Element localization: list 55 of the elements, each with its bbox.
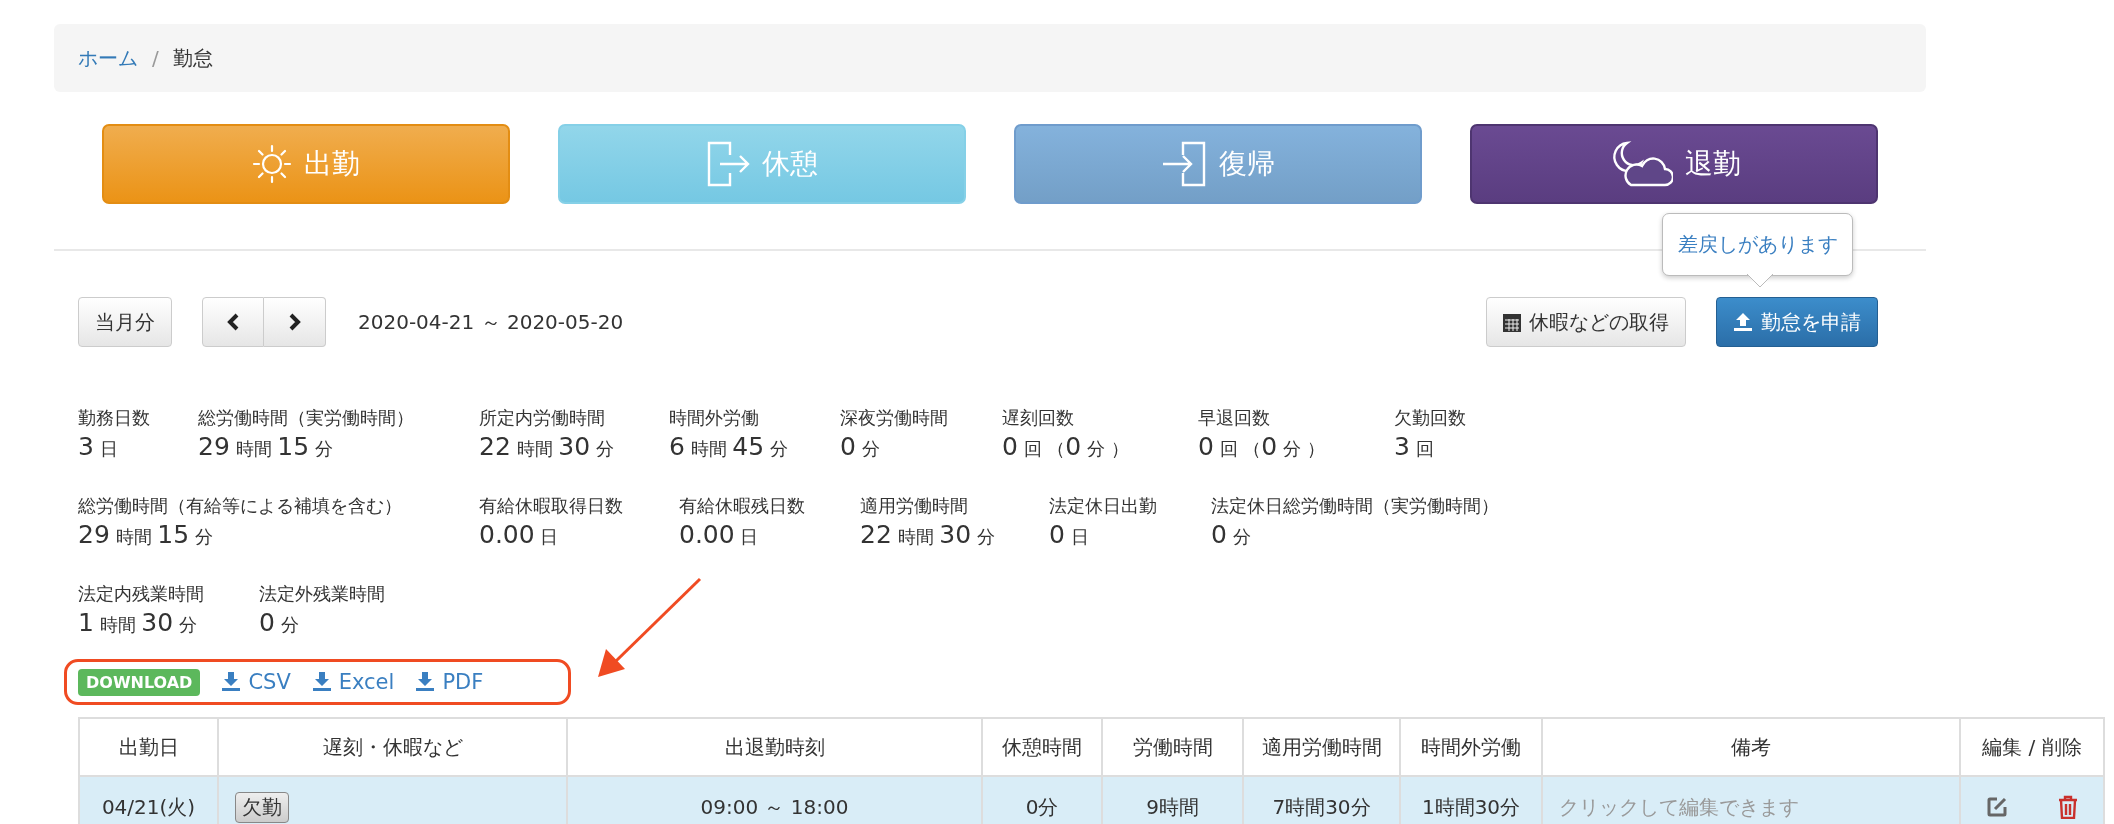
- punch-button[interactable]: 出勤: [102, 124, 510, 204]
- summary-label: 欠勤回数: [1394, 406, 1467, 430]
- upload-icon: [1733, 312, 1753, 332]
- summary-value: 29 時間 15 分: [78, 519, 214, 551]
- summary-label: 総労働時間（有給等による補填を含む）: [78, 494, 403, 518]
- next-button[interactable]: [264, 297, 326, 347]
- leave-request-button[interactable]: 休暇などの取得: [1486, 297, 1686, 347]
- previous-button[interactable]: [202, 297, 264, 347]
- summary-value: 6 時間 45 分: [669, 431, 789, 463]
- summary-label: 早退回数: [1198, 406, 1271, 430]
- summary-value: 0 分: [259, 607, 300, 639]
- punch-button[interactable]: 復帰: [1014, 124, 1422, 204]
- summary-label: 法定休日総労働時間（実労働時間）: [1211, 494, 1500, 518]
- summary-value: 0.00 日: [479, 519, 560, 551]
- current-month-button[interactable]: 当月分: [78, 297, 172, 347]
- chevron-right-icon: [287, 313, 302, 331]
- summary-value: 0.00 日: [679, 519, 760, 551]
- tooltip-pointer: [1747, 274, 1773, 288]
- summary-label: 勤務日数: [78, 406, 151, 430]
- summary-value: 29 時間 15 分: [198, 431, 334, 463]
- summary-label: 所定内労働時間: [479, 406, 606, 430]
- summary-value: 3 日: [78, 431, 119, 463]
- summary-value: 1 時間 30 分: [78, 607, 198, 639]
- breadcrumb-link[interactable]: ホーム: [78, 44, 138, 72]
- summary-label: 遅刻回数: [1002, 406, 1075, 430]
- summary-label: 有給休暇取得日数: [479, 494, 624, 518]
- summary-label: 法定内残業時間: [78, 582, 205, 606]
- sun-icon: [252, 144, 292, 184]
- summary-label: 総労働時間（実労働時間）: [198, 406, 415, 430]
- summary-value: 0 日: [1049, 519, 1090, 551]
- summary-value: 22 時間 30 分: [860, 519, 996, 551]
- summary-label: 法定外残業時間: [259, 582, 386, 606]
- breadcrumb-current: 勤怠: [172, 44, 213, 72]
- calendar-icon: [1503, 312, 1521, 332]
- breadcrumb-separator: /: [152, 46, 159, 70]
- summary-value: 22 時間 30 分: [479, 431, 615, 463]
- summary-value: 3 回: [1394, 431, 1435, 463]
- summary-value: 0 分: [840, 431, 881, 463]
- summary-value: 0 分: [1211, 519, 1252, 551]
- summary-label: 有給休暇残日数: [679, 494, 806, 518]
- download-link[interactable]: PDF: [416, 670, 484, 694]
- summary-label: 法定休日出勤: [1049, 494, 1158, 518]
- chevron-left-icon: [226, 313, 240, 331]
- enter-door-icon: [1161, 141, 1207, 187]
- punch-button[interactable]: 退勤: [1470, 124, 1878, 204]
- summary-value: 0 回 （0 分 ）: [1198, 431, 1326, 463]
- summary-value: 0 回 （0 分 ）: [1002, 431, 1130, 463]
- download-link[interactable]: Excel: [312, 670, 395, 694]
- apply-button[interactable]: 勤怠を申請: [1716, 297, 1878, 347]
- summary-label: 適用労働時間: [860, 494, 969, 518]
- period-text: 2020-04-21 ～ 2020-05-20: [358, 308, 624, 336]
- summary-label: 時間外労働: [669, 406, 760, 430]
- summary-label: 深夜労働時間: [840, 406, 949, 430]
- download-link[interactable]: CSV: [222, 670, 291, 694]
- exit-door-icon: [706, 141, 750, 187]
